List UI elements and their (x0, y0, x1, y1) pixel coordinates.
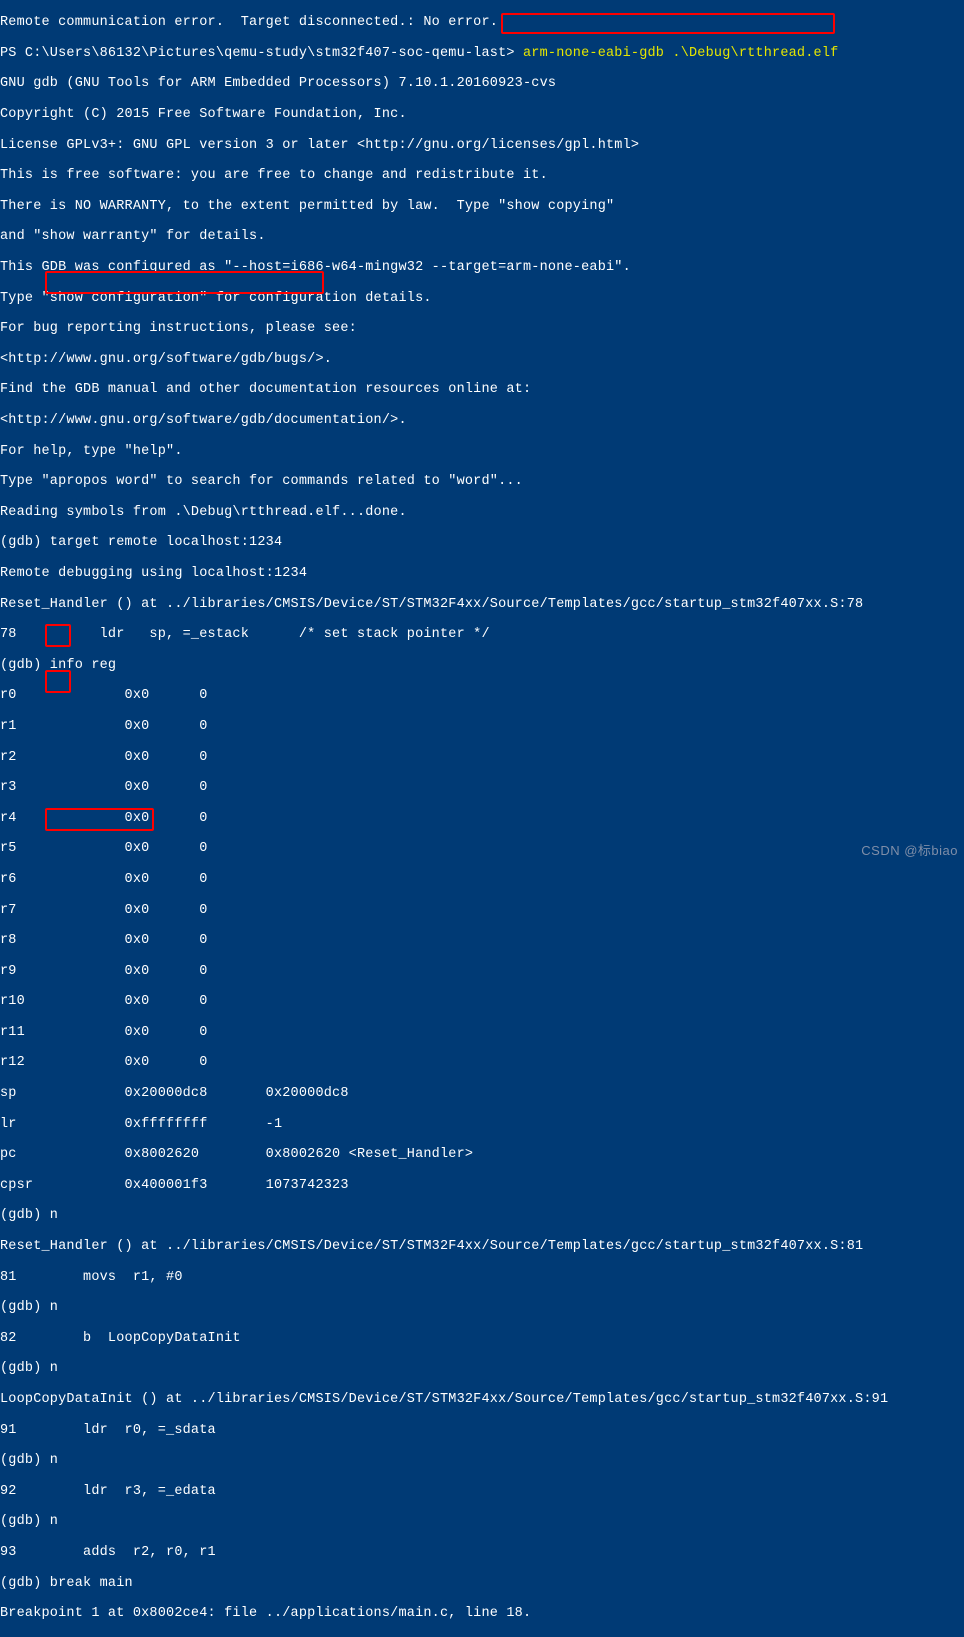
register-row: r12 0x0 0 (0, 1055, 964, 1070)
register-row: r10 0x0 0 (0, 994, 964, 1009)
line: For help, type "help". (0, 444, 964, 459)
gdb-prompt: (gdb) n (0, 1208, 964, 1223)
gdb-prompt: (gdb) break main (0, 1576, 964, 1591)
register-row: r6 0x0 0 (0, 872, 964, 887)
prompt-line: PS C:\Users\86132\Pictures\qemu-study\st… (0, 46, 964, 61)
register-row: r1 0x0 0 (0, 719, 964, 734)
line: Breakpoint 1 at 0x8002ce4: file ../appli… (0, 1606, 964, 1621)
gdb-prompt: (gdb) info reg (0, 658, 964, 673)
gdb-prompt: (gdb) n (0, 1453, 964, 1468)
register-row: r8 0x0 0 (0, 933, 964, 948)
register-row: r2 0x0 0 (0, 750, 964, 765)
register-row: r11 0x0 0 (0, 1025, 964, 1040)
command-text: arm-none-eabi-gdb .\Debug\rtthread.elf (523, 46, 838, 61)
register-row: r9 0x0 0 (0, 964, 964, 979)
line: Type "show configuration" for configurat… (0, 291, 964, 306)
line: For bug reporting instructions, please s… (0, 321, 964, 336)
watermark: CSDN @标biao (861, 843, 958, 858)
line: Find the GDB manual and other documentat… (0, 382, 964, 397)
gdb-prompt: (gdb) n (0, 1361, 964, 1376)
register-row: r0 0x0 0 (0, 688, 964, 703)
line: <http://www.gnu.org/software/gdb/bugs/>. (0, 352, 964, 367)
line: 82 b LoopCopyDataInit (0, 1331, 964, 1346)
line: 92 ldr r3, =_edata (0, 1484, 964, 1499)
register-row: r5 0x0 0 (0, 841, 964, 856)
line: Reset_Handler () at ../libraries/CMSIS/D… (0, 1239, 964, 1254)
register-row: pc 0x8002620 0x8002620 <Reset_Handler> (0, 1147, 964, 1162)
register-row: r4 0x0 0 (0, 811, 964, 826)
line: 91 ldr r0, =_sdata (0, 1423, 964, 1438)
gdb-prompt: (gdb) n (0, 1300, 964, 1315)
line: Remote communication error. Target disco… (0, 15, 964, 30)
line: This GDB was configured as "--host=i686-… (0, 260, 964, 275)
line: This is free software: you are free to c… (0, 168, 964, 183)
register-row: r3 0x0 0 (0, 780, 964, 795)
gdb-prompt: (gdb) n (0, 1514, 964, 1529)
line: LoopCopyDataInit () at ../libraries/CMSI… (0, 1392, 964, 1407)
line: GNU gdb (GNU Tools for ARM Embedded Proc… (0, 76, 964, 91)
line: There is NO WARRANTY, to the extent perm… (0, 199, 964, 214)
line: <http://www.gnu.org/software/gdb/documen… (0, 413, 964, 428)
line: 93 adds r2, r0, r1 (0, 1545, 964, 1560)
line: Reading symbols from .\Debug\rtthread.el… (0, 505, 964, 520)
line: Type "apropos word" to search for comman… (0, 474, 964, 489)
line: Remote debugging using localhost:1234 (0, 566, 964, 581)
line: and "show warranty" for details. (0, 229, 964, 244)
line: Reset_Handler () at ../libraries/CMSIS/D… (0, 597, 964, 612)
terminal-output[interactable]: Remote communication error. Target disco… (0, 0, 964, 1637)
register-row: r7 0x0 0 (0, 903, 964, 918)
line: 81 movs r1, #0 (0, 1270, 964, 1285)
register-row: cpsr 0x400001f3 1073742323 (0, 1178, 964, 1193)
gdb-prompt: (gdb) target remote localhost:1234 (0, 535, 964, 550)
line: 78 ldr sp, =_estack /* set stack pointer… (0, 627, 964, 642)
line: License GPLv3+: GNU GPL version 3 or lat… (0, 138, 964, 153)
line: Copyright (C) 2015 Free Software Foundat… (0, 107, 964, 122)
register-row: sp 0x20000dc8 0x20000dc8 (0, 1086, 964, 1101)
register-row: lr 0xffffffff -1 (0, 1117, 964, 1132)
